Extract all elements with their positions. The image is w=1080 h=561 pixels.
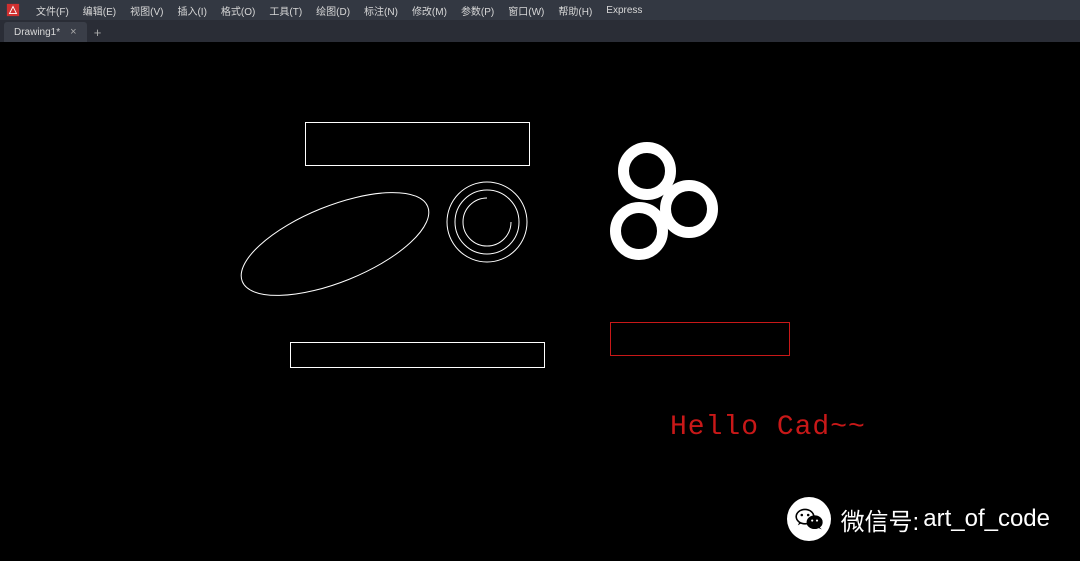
menu-parametric[interactable]: 参数(P) <box>461 3 494 18</box>
shape-rectangle-top[interactable] <box>305 122 530 166</box>
donut-2 <box>660 180 718 238</box>
menu-format[interactable]: 格式(O) <box>221 3 255 18</box>
tab-bar: Drawing1* × + <box>0 20 1080 42</box>
menu-tools[interactable]: 工具(T) <box>269 3 302 18</box>
menu-help[interactable]: 帮助(H) <box>558 3 592 18</box>
tab-label: Drawing1* <box>14 27 60 38</box>
shape-concentric-circles[interactable] <box>442 177 532 267</box>
menu-file[interactable]: 文件(F) <box>36 3 69 18</box>
menu-dimension[interactable]: 标注(N) <box>364 3 398 18</box>
menu-express[interactable]: Express <box>606 5 642 16</box>
menu-modify[interactable]: 修改(M) <box>412 3 447 18</box>
menu-view[interactable]: 视图(V) <box>130 3 163 18</box>
menu-draw[interactable]: 绘图(D) <box>316 3 350 18</box>
drawing-canvas[interactable]: Hello Cad~~ <box>0 42 1080 561</box>
shape-ellipse[interactable] <box>230 187 440 302</box>
tab-drawing1[interactable]: Drawing1* × <box>4 22 87 42</box>
watermark: 微信号: art_of_code <box>787 497 1050 541</box>
watermark-handle: art_of_code <box>923 505 1050 533</box>
shape-rectangle-red[interactable] <box>610 322 790 356</box>
menu-bar: 文件(F) 编辑(E) 视图(V) 插入(I) 格式(O) 工具(T) 绘图(D… <box>0 0 1080 20</box>
menu-window[interactable]: 窗口(W) <box>508 3 544 18</box>
donut-3 <box>610 202 668 260</box>
app-icon <box>6 3 20 17</box>
menu-insert[interactable]: 插入(I) <box>177 3 206 18</box>
menu-edit[interactable]: 编辑(E) <box>83 3 116 18</box>
watermark-prefix: 微信号: <box>841 502 920 537</box>
wechat-icon <box>787 497 831 541</box>
close-icon[interactable]: × <box>70 26 76 38</box>
shape-text-hello[interactable]: Hello Cad~~ <box>670 412 866 443</box>
shape-donuts[interactable] <box>610 142 730 262</box>
shape-rectangle-bottom[interactable] <box>290 342 545 368</box>
tab-add-button[interactable]: + <box>87 22 109 42</box>
